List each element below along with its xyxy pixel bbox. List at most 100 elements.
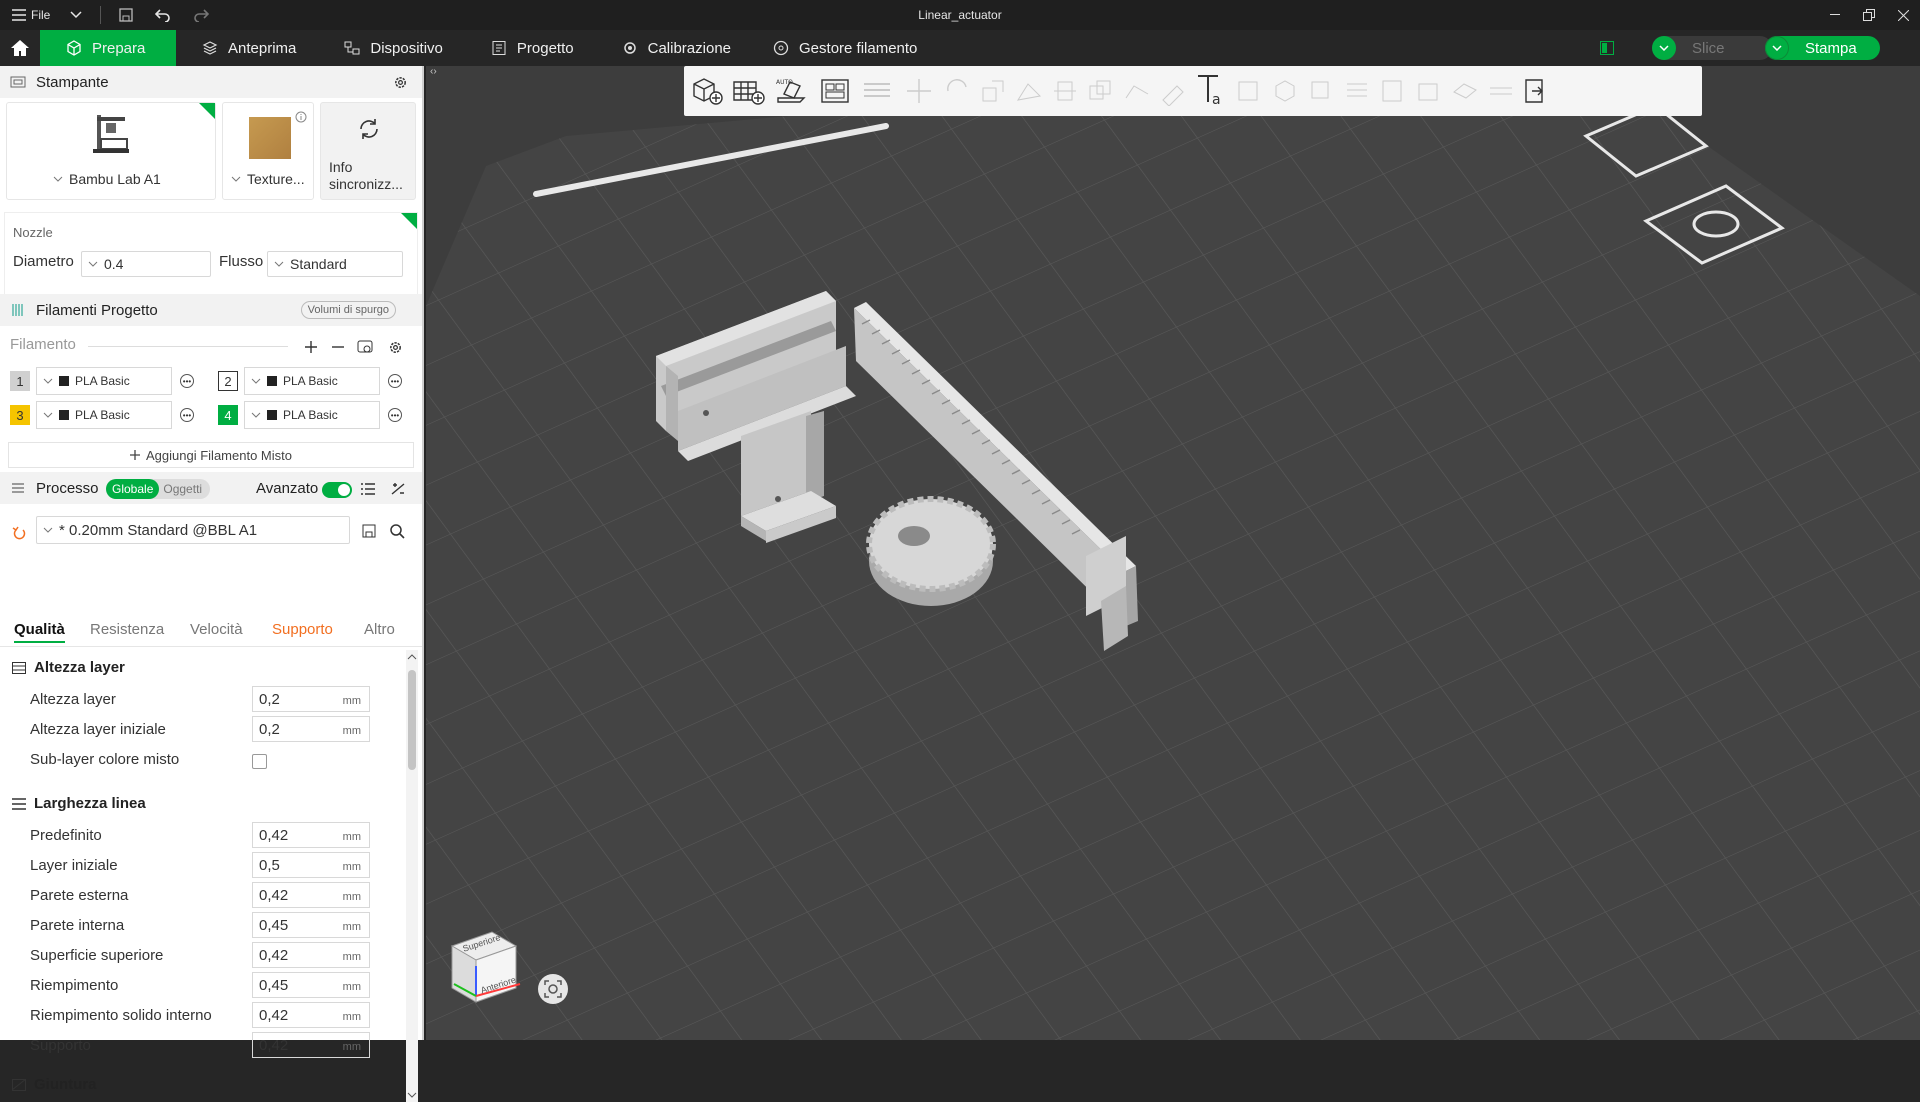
layer-height-icon	[12, 661, 26, 674]
param-label: Predefinito	[30, 827, 102, 844]
file-menu-button[interactable]: File	[12, 8, 50, 22]
scope-toggle[interactable]: Globale Oggetti	[106, 479, 210, 499]
more-options-icon[interactable]: •••	[388, 408, 402, 422]
undo-icon[interactable]	[155, 8, 171, 22]
gear-icon[interactable]	[393, 75, 408, 90]
tab-dispositivo[interactable]: Dispositivo	[318, 30, 465, 66]
return-icon[interactable]	[1520, 76, 1550, 106]
printer-icon	[10, 76, 26, 88]
fuzzy-skin-icon	[1382, 80, 1402, 102]
param-unit: mm	[342, 831, 361, 843]
slice-button[interactable]: Slice	[1652, 36, 1772, 60]
subtab-velocita[interactable]: Velocità	[190, 621, 243, 638]
print-button[interactable]: Stampa	[1765, 36, 1880, 60]
tab-prepara[interactable]: Prepara	[40, 30, 176, 66]
auto-orient-icon[interactable]: AUTO	[774, 76, 810, 106]
filament-select[interactable]: PLA Basic	[244, 401, 380, 429]
remove-icon[interactable]	[331, 340, 345, 354]
reset-view-button[interactable]	[538, 974, 568, 1004]
param-input-inner-wall-width[interactable]: 0,45 mm	[252, 912, 370, 938]
param-input-default-width[interactable]: 0,42 mm	[252, 822, 370, 848]
print-dropdown-arrow[interactable]	[1765, 36, 1789, 60]
panel-collapse-button[interactable]: ‹›	[430, 66, 444, 80]
filament-slot-3[interactable]: 3 PLA Basic •••	[10, 401, 194, 429]
more-options-icon[interactable]: •••	[388, 374, 402, 388]
panel-layout-icon[interactable]	[1600, 41, 1614, 55]
param-input-outer-wall-width[interactable]: 0,42 mm	[252, 882, 370, 908]
filament-slot-4[interactable]: 4 PLA Basic •••	[218, 401, 402, 429]
advanced-toggle[interactable]	[322, 482, 352, 498]
param-input-support-width[interactable]: 0,42 mm	[252, 1032, 370, 1058]
3d-viewport[interactable]: ‹› Superiore Anteriore	[426, 66, 1920, 1040]
chevron-down-icon	[53, 176, 63, 182]
subtab-altro[interactable]: Altro	[364, 621, 395, 638]
compare-icon[interactable]	[390, 482, 406, 496]
filament-slot-1[interactable]: 1 PLA Basic •••	[10, 367, 194, 395]
home-button[interactable]	[0, 30, 40, 66]
brim-ears-icon	[1418, 83, 1438, 101]
tab-gestore-filamento[interactable]: Gestore filamento	[753, 30, 939, 66]
diameter-select[interactable]: 0.4	[81, 251, 211, 277]
param-label: Riempimento	[30, 977, 119, 994]
param-input-top-surface-width[interactable]: 0,42 mm	[252, 942, 370, 968]
scale-icon	[982, 80, 1004, 102]
model-gear[interactable]	[866, 496, 996, 606]
scrollbar[interactable]	[406, 650, 418, 1102]
arrange-icon[interactable]	[818, 76, 854, 106]
tab-anteprima[interactable]: Anteprima	[176, 30, 318, 66]
filament-select[interactable]: PLA Basic	[36, 401, 172, 429]
toggle-objects[interactable]: Oggetti	[159, 482, 206, 496]
subtab-supporto[interactable]: Supporto	[272, 621, 333, 638]
param-input-layer-height[interactable]: 0,2 mm	[252, 686, 370, 712]
reset-icon[interactable]	[12, 526, 26, 540]
filament-select[interactable]: PLA Basic	[244, 367, 380, 395]
group-title-label: Larghezza linea	[34, 795, 146, 812]
restore-icon	[1863, 9, 1875, 21]
gear-icon[interactable]	[388, 340, 403, 355]
info-icon[interactable]	[295, 111, 307, 123]
process-preset-select[interactable]: * 0.20mm Standard @BBL A1	[36, 516, 350, 544]
slice-dropdown-arrow[interactable]	[1652, 36, 1676, 60]
search-icon[interactable]	[390, 524, 405, 539]
flow-select[interactable]: Standard	[267, 251, 403, 277]
ams-sync-icon[interactable]	[357, 339, 373, 355]
save-preset-icon[interactable]	[362, 524, 376, 538]
printer-card[interactable]: Bambu Lab A1	[6, 102, 216, 200]
add-icon[interactable]	[304, 340, 318, 354]
process-icon	[12, 483, 24, 493]
tab-calibrazione[interactable]: Calibrazione	[596, 30, 753, 66]
plate-card[interactable]: Texture...	[222, 102, 314, 200]
chevron-down-icon[interactable]	[70, 11, 82, 19]
add-plate-icon[interactable]	[730, 76, 766, 106]
param-input-infill-width[interactable]: 0,45 mm	[252, 972, 370, 998]
chevron-down-icon	[251, 378, 261, 384]
redo-icon[interactable]	[193, 8, 210, 22]
filament-slot-2[interactable]: 2 PLA Basic •••	[218, 367, 402, 395]
close-button[interactable]	[1886, 0, 1920, 30]
lay-on-face-icon	[1016, 83, 1042, 101]
add-object-icon[interactable]	[688, 76, 724, 106]
filament-name: PLA Basic	[283, 374, 338, 388]
purge-volumes-button[interactable]: Volumi di spurgo	[300, 301, 396, 319]
minimize-button[interactable]	[1818, 0, 1852, 30]
add-icon	[130, 450, 141, 460]
toggle-global[interactable]: Globale	[106, 479, 160, 499]
scrollbar-thumb[interactable]	[408, 670, 416, 770]
save-icon[interactable]	[119, 8, 133, 22]
text-tool-icon[interactable]: a	[1194, 72, 1230, 108]
param-input-initial-layer-width[interactable]: 0,5 mm	[252, 852, 370, 878]
param-input-internal-solid-infill-width[interactable]: 0,42 mm	[252, 1002, 370, 1028]
view-cube[interactable]: Superiore Anteriore	[440, 926, 521, 1006]
param-input-initial-layer-height[interactable]: 0,2 mm	[252, 716, 370, 742]
more-options-icon[interactable]: •••	[180, 408, 194, 422]
add-mixed-filament-button[interactable]: Aggiungi Filamento Misto	[8, 442, 414, 468]
list-view-icon[interactable]	[360, 482, 376, 496]
subtab-resistenza[interactable]: Resistenza	[90, 621, 164, 638]
subtab-qualita[interactable]: Qualità	[14, 621, 65, 643]
tab-progetto[interactable]: Progetto	[465, 30, 596, 66]
mixed-color-sublayer-checkbox[interactable]	[252, 754, 267, 769]
filament-select[interactable]: PLA Basic	[36, 367, 172, 395]
sync-info-button[interactable]: Info sincronizz...	[320, 102, 416, 200]
restore-button[interactable]	[1852, 0, 1886, 30]
more-options-icon[interactable]: •••	[180, 374, 194, 388]
